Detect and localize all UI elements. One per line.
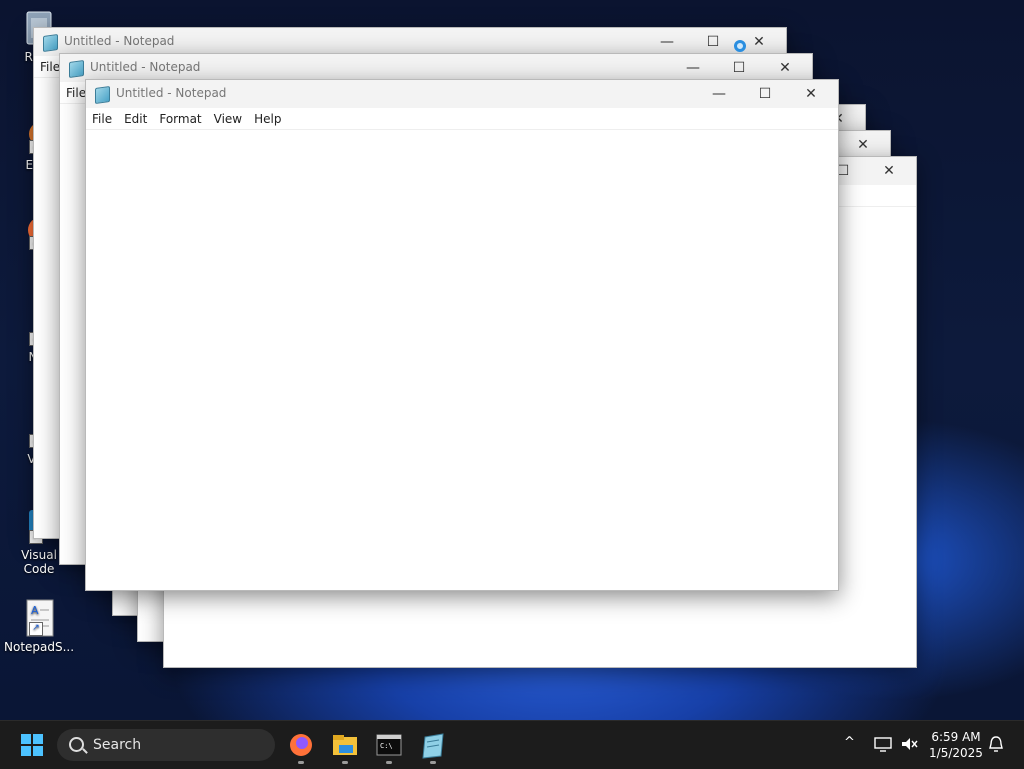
- notepad-shortcut-icon: A ↗: [21, 598, 57, 638]
- notepad-icon: [43, 33, 58, 53]
- running-indicator: [342, 761, 348, 764]
- close-button[interactable]: ✕: [788, 80, 834, 108]
- minimize-button[interactable]: —: [644, 28, 690, 56]
- file-explorer-icon: [333, 735, 357, 755]
- svg-text:C:\: C:\: [380, 742, 393, 750]
- notepad-icon: [422, 733, 444, 759]
- maximize-button[interactable]: ☐: [716, 54, 762, 82]
- taskbar-file-explorer[interactable]: [329, 729, 361, 764]
- clock-date: 1/5/2025: [929, 746, 983, 760]
- busy-cursor-icon: [734, 40, 746, 52]
- title-bar[interactable]: Untitled - Notepad — ☐ ✕: [34, 28, 786, 56]
- title-bar[interactable]: Untitled - Notepad — ☐ ✕: [60, 54, 812, 82]
- menu-file[interactable]: File: [86, 109, 118, 126]
- search-icon: [69, 737, 84, 752]
- firefox-icon: [290, 734, 312, 756]
- menu-help[interactable]: Help: [248, 109, 287, 126]
- close-button[interactable]: ✕: [840, 131, 886, 159]
- start-button[interactable]: [16, 729, 48, 761]
- running-indicator: [298, 761, 304, 764]
- minimize-button[interactable]: —: [670, 54, 716, 82]
- maximize-button[interactable]: ☐: [742, 80, 788, 108]
- terminal-icon: C:\: [376, 734, 402, 756]
- running-indicator: [430, 761, 436, 764]
- taskbar-firefox[interactable]: [285, 729, 317, 764]
- text-editor-area[interactable]: [86, 130, 838, 590]
- notepad-icon: [69, 59, 84, 79]
- desktop-icon-notepad-shortcut[interactable]: A ↗ NotepadS...: [4, 598, 74, 654]
- running-indicator: [386, 761, 392, 764]
- notepad-window-front[interactable]: Untitled - Notepad — ☐ ✕ File Edit Format V…: [85, 79, 839, 591]
- menu-edit[interactable]: Edit: [118, 109, 153, 126]
- maximize-button[interactable]: ☐: [690, 28, 736, 56]
- window-title: Untitled - Notepad: [90, 60, 201, 74]
- taskbar-notepad[interactable]: [417, 729, 449, 764]
- taskbar-terminal[interactable]: C:\: [373, 729, 405, 764]
- desktop: Recy ↗ Ever ↗ Fi ↗ Not ↗ VLC ↗: [0, 0, 1024, 720]
- menu-format[interactable]: Format: [153, 109, 207, 126]
- svg-text:A: A: [31, 604, 39, 617]
- menu-bar: File Edit Format View Help: [86, 108, 838, 130]
- notifications-bell-icon[interactable]: [988, 735, 1004, 753]
- title-bar[interactable]: Untitled - Notepad — ☐ ✕: [86, 80, 838, 108]
- network-icon[interactable]: [874, 736, 892, 752]
- search-placeholder: Search: [93, 737, 142, 753]
- window-title: Untitled - Notepad: [64, 34, 175, 48]
- notepad-icon: [95, 85, 110, 105]
- close-button[interactable]: ✕: [762, 54, 808, 82]
- start-icon: [21, 734, 43, 756]
- menu-view[interactable]: View: [208, 109, 248, 126]
- search-box[interactable]: Search: [57, 729, 275, 761]
- clock-time: 6:59 AM: [931, 730, 981, 744]
- close-button[interactable]: ✕: [866, 157, 912, 185]
- clock[interactable]: 6:59 AM 1/5/2025: [922, 729, 990, 761]
- shortcut-arrow-icon: ↗: [29, 622, 43, 636]
- window-title: Untitled - Notepad: [116, 86, 227, 100]
- taskbar: Search C:\ ^ 6:59 AM 1/5/2025: [0, 720, 1024, 769]
- desktop-icon-label: NotepadS...: [4, 640, 75, 654]
- volume-muted-icon[interactable]: [900, 736, 918, 752]
- minimize-button[interactable]: —: [696, 80, 742, 108]
- show-hidden-icons-chevron[interactable]: ^: [844, 735, 855, 750]
